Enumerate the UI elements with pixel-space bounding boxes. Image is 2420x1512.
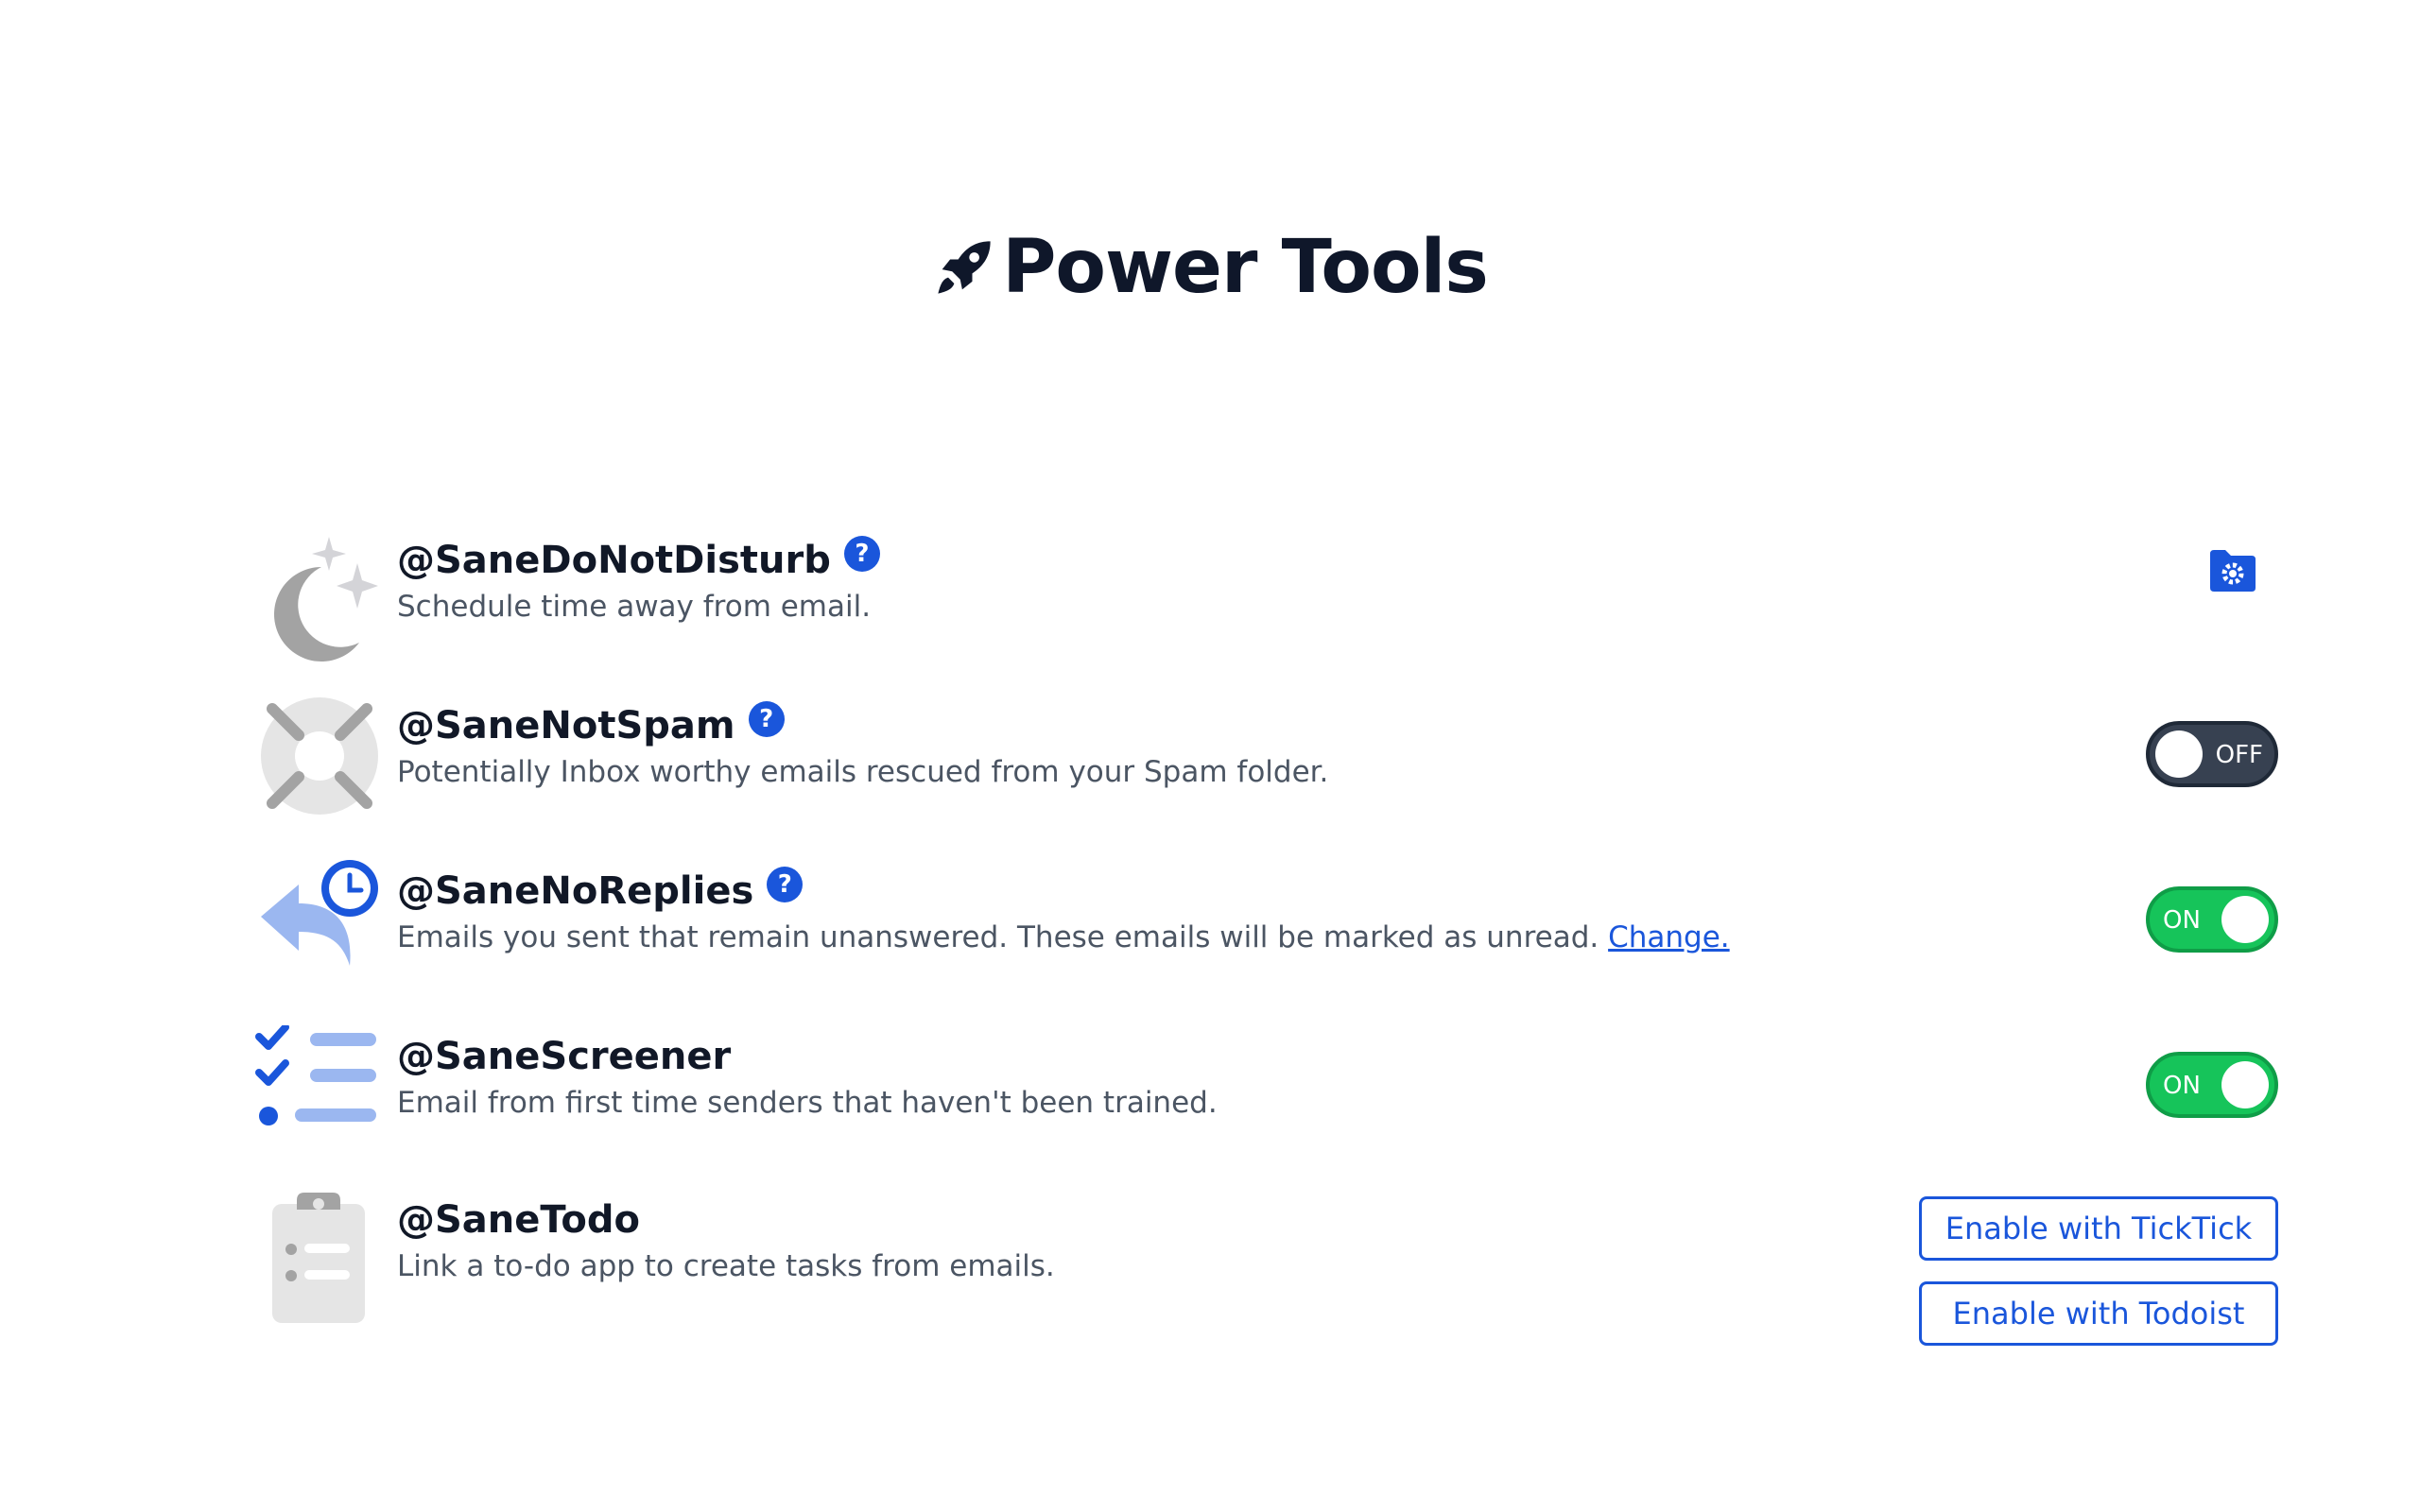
tool-row-todo: @SaneTodo Link a to-do app to create tas…	[255, 1189, 2278, 1378]
tool-name: @SaneNoReplies	[397, 869, 754, 913]
noreplies-toggle[interactable]: ON	[2146, 886, 2278, 953]
tool-description: Potentially Inbox worthy emails rescued …	[397, 755, 1329, 789]
tool-description: Link a to-do app to create tasks from em…	[397, 1249, 1055, 1283]
page-title: Power Tools	[1002, 225, 1489, 310]
tool-name: @SaneNotSpam	[397, 704, 735, 747]
tool-description: Emails you sent that remain unanswered. …	[397, 920, 1730, 954]
tool-description: Email from first time senders that haven…	[397, 1086, 1218, 1120]
toggle-knob	[2221, 1061, 2269, 1108]
toggle-label: ON	[2163, 1072, 2201, 1100]
tool-description: Schedule time away from email.	[397, 590, 872, 624]
help-icon[interactable]: ?	[748, 701, 785, 737]
rocket-icon	[932, 235, 996, 300]
enable-todoist-button[interactable]: Enable with Todoist	[1919, 1281, 2278, 1346]
reply-clock-icon	[255, 860, 388, 1002]
tool-info: @SaneDoNotDisturb ? Schedule time away f…	[397, 536, 880, 624]
tool-row-screener: @SaneScreener Email from first time send…	[255, 1023, 2278, 1167]
tool-info: @SaneScreener Email from first time send…	[397, 1035, 1218, 1120]
tool-name: @SaneDoNotDisturb	[397, 539, 831, 582]
power-tools-page: Power Tools @SaneDoNotDisturb ? Schedule…	[0, 0, 2420, 1512]
tool-row-donotdisturb: @SaneDoNotDisturb ? Schedule time away f…	[255, 529, 2278, 671]
page-header: Power Tools	[0, 225, 2420, 310]
screener-toggle[interactable]: ON	[2146, 1052, 2278, 1118]
notspam-toggle[interactable]: OFF	[2146, 721, 2278, 787]
toggle-label: OFF	[2215, 741, 2263, 769]
tool-row-noreplies: @SaneNoReplies ? Emails you sent that re…	[255, 860, 2278, 1002]
toggle-knob	[2221, 896, 2269, 943]
tool-name: @SaneScreener	[397, 1035, 732, 1078]
settings-button[interactable]	[2206, 546, 2259, 599]
checklist-icon	[255, 1023, 388, 1167]
moon-stars-icon	[255, 529, 388, 671]
tool-row-notspam: @SaneNotSpam ? Potentially Inbox worthy …	[255, 695, 2278, 836]
lifebuoy-icon	[255, 695, 388, 836]
tool-info: @SaneNotSpam ? Potentially Inbox worthy …	[397, 701, 1329, 789]
enable-ticktick-button[interactable]: Enable with TickTick	[1919, 1196, 2278, 1261]
tool-info: @SaneNoReplies ? Emails you sent that re…	[397, 867, 1730, 954]
help-icon[interactable]: ?	[767, 867, 804, 902]
description-text: Emails you sent that remain unanswered. …	[397, 920, 1599, 954]
help-icon[interactable]: ?	[843, 536, 880, 572]
change-link[interactable]: Change.	[1608, 920, 1730, 954]
toggle-knob	[2155, 730, 2203, 778]
toggle-label: ON	[2163, 906, 2201, 935]
folder-gear-icon	[2206, 546, 2259, 599]
tool-name: @SaneTodo	[397, 1198, 640, 1242]
tool-info: @SaneTodo Link a to-do app to create tas…	[397, 1198, 1055, 1283]
clipboard-icon	[255, 1189, 388, 1331]
